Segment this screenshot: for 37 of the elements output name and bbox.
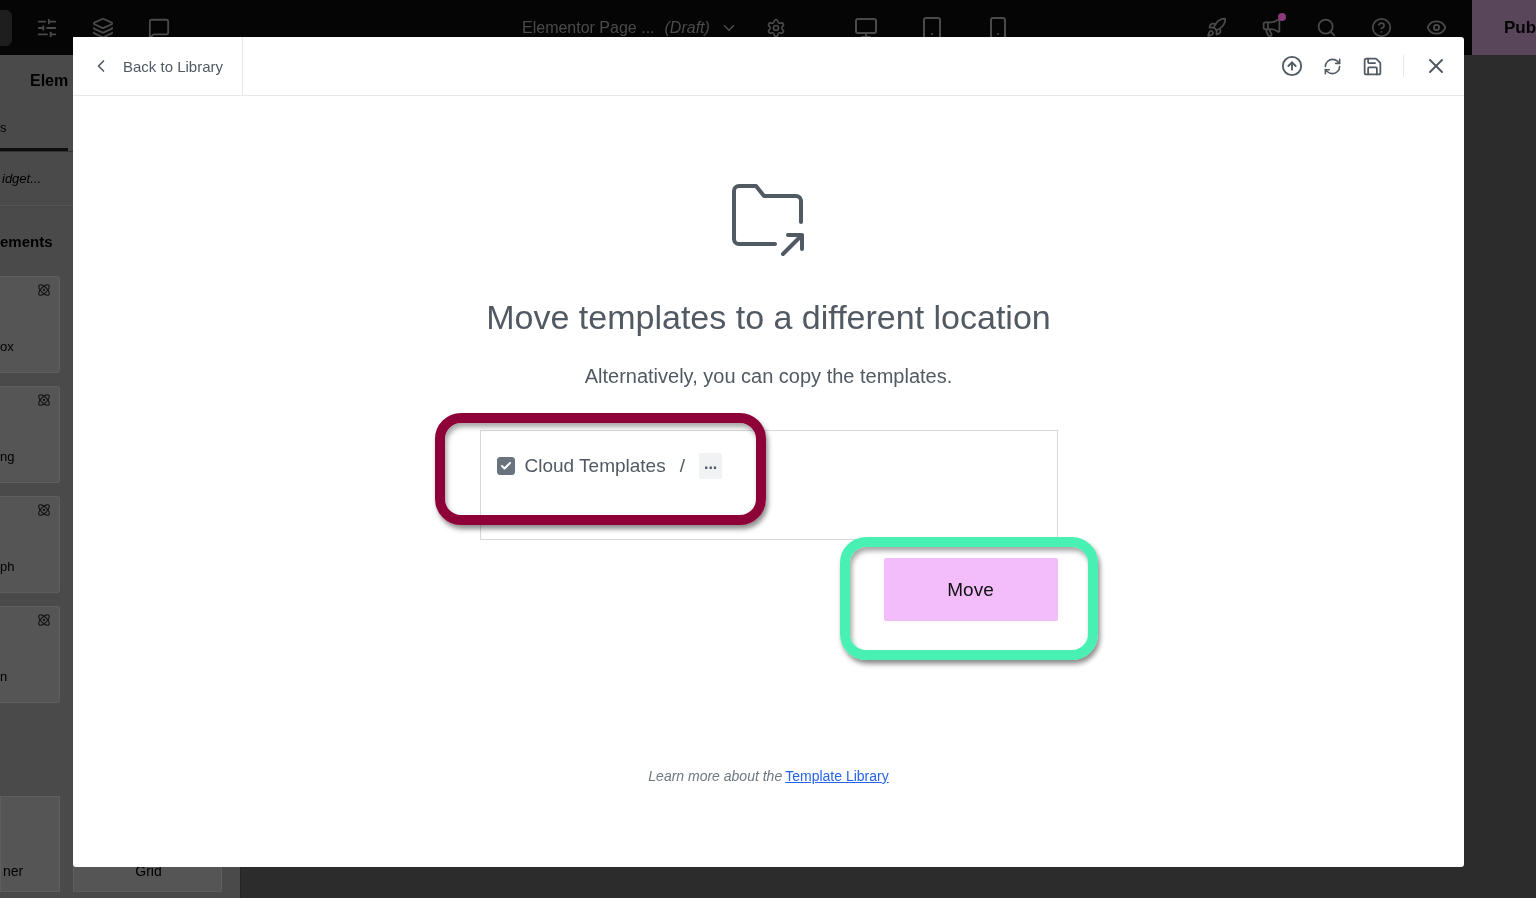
widget-card[interactable]: ox [0,276,60,373]
rocket-icon[interactable] [1205,17,1227,38]
widget-card[interactable]: ng [0,386,60,483]
widget-card[interactable]: ph [0,496,60,593]
page-status: (Draft) [664,18,710,37]
dialog-heading: Move templates to a different location [486,298,1051,337]
widget-card[interactable]: ner [0,796,60,892]
widget-label: ng [0,449,15,464]
widget-card[interactable]: n [0,606,60,703]
folder-arrow-icon [730,184,807,258]
move-button[interactable]: Move [883,558,1058,621]
search-icon[interactable] [1315,17,1337,38]
path-separator: / [679,455,685,477]
desktop-icon[interactable] [853,15,878,40]
checkbox[interactable] [496,457,515,475]
widget-label: ox [0,339,14,354]
widget-label: ph [0,559,15,574]
location-label: Cloud Templates [524,455,666,477]
settings-icon[interactable] [765,17,786,38]
comment-icon[interactable] [148,16,170,39]
save-icon[interactable] [1362,55,1383,77]
check-icon [499,460,512,472]
help-icon[interactable] [1370,17,1392,38]
publish-button[interactable]: Pub [1472,0,1536,55]
sync-icon[interactable] [1323,56,1342,76]
footer-text: Learn more about the Template Library [648,768,889,784]
page-title[interactable]: Elementor Page ... [522,18,655,37]
more-button[interactable]: ... [698,453,723,479]
template-library-link[interactable]: Template Library [785,768,889,784]
upload-icon[interactable] [1281,55,1303,77]
section-title: ements [0,231,54,252]
layers-icon[interactable] [92,16,114,39]
widget-label: n [0,669,8,684]
panel-title: Elem [30,72,69,90]
settings-sliders-icon[interactable] [36,16,58,39]
dialog-subtitle: Alternatively, you can copy the templates. [584,365,953,388]
back-button[interactable]: Back to Library [73,37,243,95]
